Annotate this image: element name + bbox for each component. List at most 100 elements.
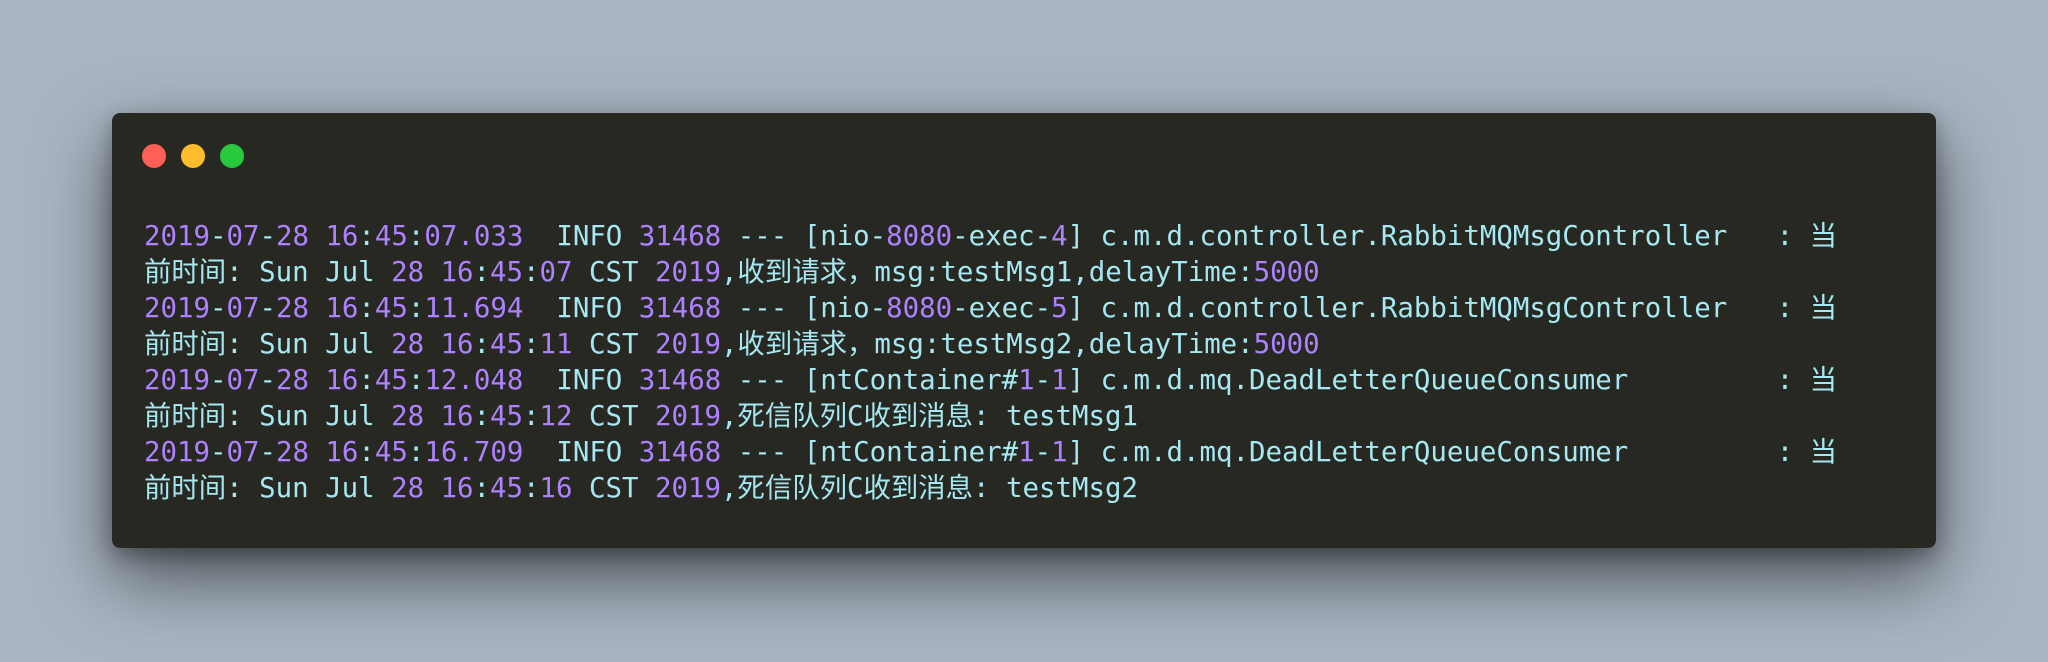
log-text: : bbox=[473, 329, 491, 360]
log-number: 45 bbox=[374, 437, 408, 468]
log-text: --- [ntContainer# bbox=[721, 365, 1019, 396]
log-number: 2019 bbox=[144, 365, 210, 396]
log-text: - bbox=[1034, 437, 1052, 468]
log-text: : bbox=[473, 401, 491, 432]
log-text: : bbox=[358, 293, 375, 324]
log-number: 07.033 bbox=[424, 221, 524, 252]
log-text: - bbox=[259, 365, 276, 396]
log-number: 16 bbox=[539, 473, 573, 504]
log-number: 28 bbox=[391, 401, 425, 432]
log-text: - bbox=[259, 293, 276, 324]
log-number: 28 bbox=[275, 365, 309, 396]
log-text: : bbox=[407, 221, 425, 252]
log-number: 45 bbox=[490, 329, 524, 360]
log-text: - bbox=[209, 293, 227, 324]
log-number: 1 bbox=[1051, 437, 1068, 468]
log-number: 16.709 bbox=[424, 437, 524, 468]
terminal-window: 2019-07-28 16:45:07.033 INFO 31468 --- [… bbox=[112, 113, 1936, 548]
log-number: 11 bbox=[539, 329, 573, 360]
log-text: --- [nio- bbox=[721, 221, 887, 252]
log-text: : bbox=[358, 221, 375, 252]
log-number: 45 bbox=[374, 293, 408, 324]
log-number: 16 bbox=[440, 401, 474, 432]
log-text: CST bbox=[572, 257, 655, 288]
log-text: -exec- bbox=[952, 293, 1052, 324]
log-text: : bbox=[358, 365, 375, 396]
log-text: -exec- bbox=[952, 221, 1052, 252]
log-number: 45 bbox=[490, 257, 524, 288]
log-text: ,死信队列C收到消息: testMsg1 bbox=[720, 401, 1138, 432]
log-text: 前时间: Sun Jul bbox=[144, 329, 392, 360]
log-text: INFO bbox=[523, 221, 639, 252]
log-line: 前时间: Sun Jul 28 16:45:11 CST 2019,收到请求，m… bbox=[144, 327, 1837, 363]
log-output: 2019-07-28 16:45:07.033 INFO 31468 --- [… bbox=[144, 219, 1837, 507]
log-text: ] c.m.d.controller.RabbitMQMsgController… bbox=[1067, 293, 1838, 324]
log-number: 8080 bbox=[886, 293, 953, 324]
maximize-button[interactable] bbox=[220, 144, 244, 168]
log-number: 07 bbox=[226, 293, 260, 324]
log-text: : bbox=[473, 257, 491, 288]
log-number: 16 bbox=[325, 437, 359, 468]
log-text: ,收到请求，msg:testMsg2,delayTime: bbox=[720, 329, 1254, 360]
log-number: 45 bbox=[490, 401, 524, 432]
log-line: 2019-07-28 16:45:16.709 INFO 31468 --- [… bbox=[144, 435, 1837, 471]
log-number: 16 bbox=[440, 473, 474, 504]
log-number: 2019 bbox=[654, 473, 721, 504]
log-number: 07 bbox=[226, 437, 260, 468]
log-number: 12.048 bbox=[424, 365, 524, 396]
log-line: 2019-07-28 16:45:11.694 INFO 31468 --- [… bbox=[144, 291, 1837, 327]
log-number: 1 bbox=[1018, 437, 1035, 468]
log-text: : bbox=[407, 437, 425, 468]
log-number: 2019 bbox=[144, 221, 210, 252]
window-controls bbox=[142, 144, 244, 168]
log-number: 28 bbox=[275, 293, 309, 324]
log-number: 5000 bbox=[1253, 329, 1320, 360]
log-text: 前时间: Sun Jul bbox=[144, 401, 392, 432]
log-text: CST bbox=[572, 329, 655, 360]
log-number: 07 bbox=[539, 257, 573, 288]
log-text: : bbox=[407, 365, 425, 396]
log-text: --- [ntContainer# bbox=[721, 437, 1019, 468]
log-line: 2019-07-28 16:45:12.048 INFO 31468 --- [… bbox=[144, 363, 1837, 399]
log-text: : bbox=[523, 329, 540, 360]
log-line: 前时间: Sun Jul 28 16:45:07 CST 2019,收到请求，m… bbox=[144, 255, 1837, 291]
log-text: ,收到请求，msg:testMsg1,delayTime: bbox=[720, 257, 1254, 288]
log-number: 8080 bbox=[886, 221, 953, 252]
log-number: 28 bbox=[391, 473, 425, 504]
log-number: 2019 bbox=[654, 401, 721, 432]
log-number: 1 bbox=[1051, 365, 1068, 396]
log-number: 31468 bbox=[638, 437, 722, 468]
log-text: : bbox=[523, 473, 540, 504]
log-number: 16 bbox=[325, 293, 359, 324]
log-number: 31468 bbox=[638, 221, 722, 252]
log-number: 07 bbox=[226, 365, 260, 396]
log-number: 1 bbox=[1018, 365, 1035, 396]
log-number: 28 bbox=[275, 221, 309, 252]
log-number: 31468 bbox=[638, 365, 722, 396]
log-number: 2019 bbox=[654, 329, 721, 360]
log-text: 前时间: Sun Jul bbox=[144, 473, 392, 504]
log-number: 28 bbox=[275, 437, 309, 468]
log-number: 2019 bbox=[144, 437, 210, 468]
minimize-button[interactable] bbox=[181, 144, 205, 168]
log-number: 2019 bbox=[144, 293, 210, 324]
log-number: 4 bbox=[1051, 221, 1068, 252]
log-text: : bbox=[523, 401, 540, 432]
log-number: 45 bbox=[374, 221, 408, 252]
log-line: 前时间: Sun Jul 28 16:45:12 CST 2019,死信队列C收… bbox=[144, 399, 1837, 435]
log-number: 16 bbox=[325, 365, 359, 396]
log-text: CST bbox=[572, 473, 655, 504]
log-text: - bbox=[209, 221, 227, 252]
log-text: INFO bbox=[523, 293, 639, 324]
log-text: : bbox=[358, 437, 375, 468]
log-text: ] c.m.d.mq.DeadLetterQueueConsumer : 当 bbox=[1067, 437, 1838, 468]
log-number: 31468 bbox=[638, 293, 722, 324]
log-text: - bbox=[1034, 365, 1052, 396]
log-number: 16 bbox=[325, 221, 359, 252]
log-text: - bbox=[259, 437, 276, 468]
close-button[interactable] bbox=[142, 144, 166, 168]
log-text: : bbox=[523, 257, 540, 288]
